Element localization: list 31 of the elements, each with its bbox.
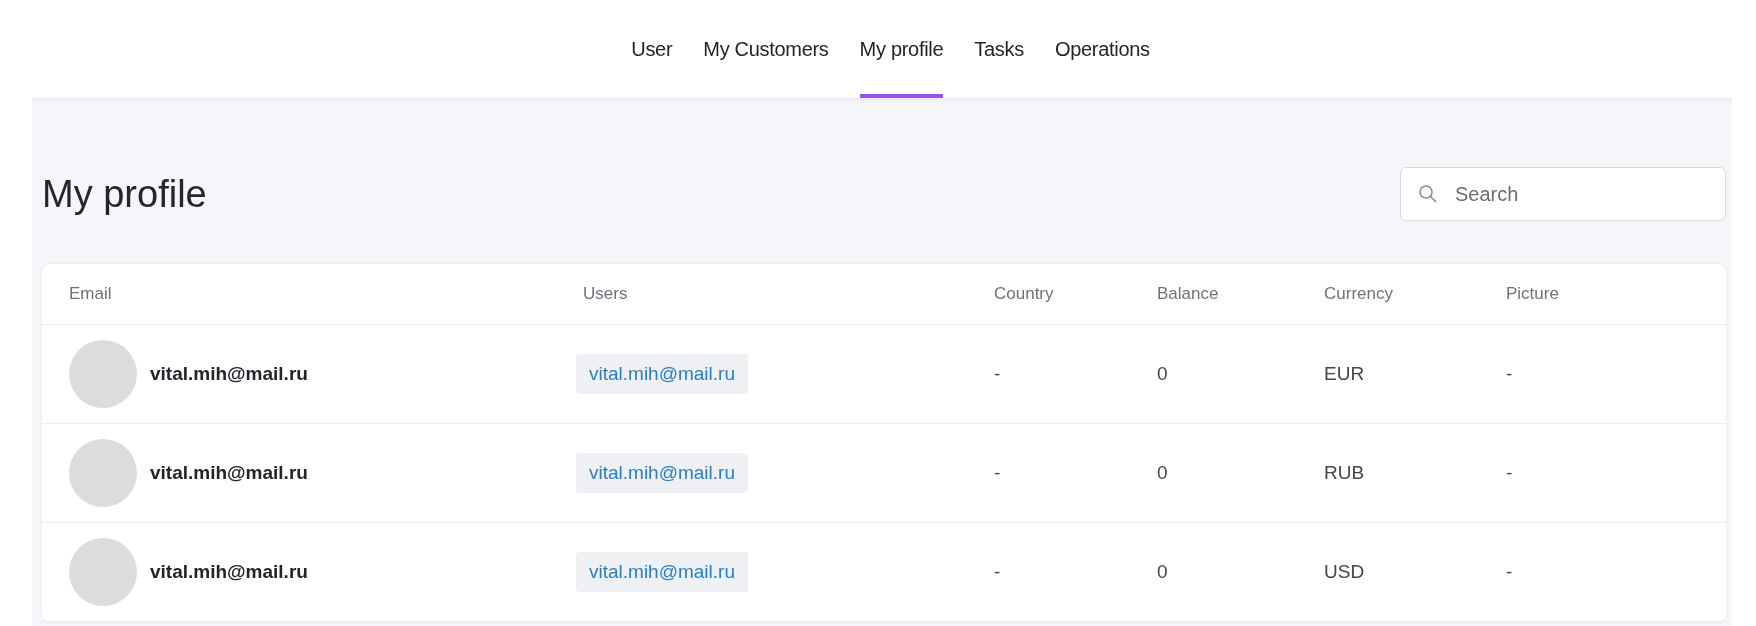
page-title: My profile <box>42 172 207 216</box>
table-cell-text: - <box>993 561 1001 583</box>
column-header: Email <box>68 284 112 304</box>
table-cell-text: 0 <box>1156 462 1168 484</box>
email-text: vital.mih@mail.ru <box>150 363 308 385</box>
column-header: Picture <box>1505 284 1559 304</box>
nav-tab[interactable]: User <box>631 0 673 98</box>
table-cell-text: RUB <box>1323 462 1365 484</box>
table-cell-text: EUR <box>1323 363 1365 385</box>
nav-tab[interactable]: Tasks <box>974 0 1024 98</box>
user-link[interactable]: vital.mih@mail.ru <box>576 453 748 493</box>
column-header: Currency <box>1323 284 1393 304</box>
table-cell-text: - <box>1505 462 1513 484</box>
nav-tab[interactable]: My Customers <box>703 0 829 98</box>
search-field[interactable]: Search <box>1400 167 1726 221</box>
table-cell-text: USD <box>1323 561 1365 583</box>
column-header: Balance <box>1156 284 1219 304</box>
table-cell-text: 0 <box>1156 363 1168 385</box>
search-icon <box>1418 184 1438 204</box>
nav-tab[interactable]: Operations <box>1054 0 1150 98</box>
table-cell-text: - <box>993 462 1001 484</box>
table-cell-text: - <box>1505 363 1513 385</box>
table-cell-text: - <box>1505 561 1513 583</box>
email-text: vital.mih@mail.ru <box>150 462 308 484</box>
user-link[interactable]: vital.mih@mail.ru <box>576 552 748 592</box>
email-text: vital.mih@mail.ru <box>150 561 308 583</box>
column-header: Country <box>993 284 1054 304</box>
column-header: Users <box>582 284 628 304</box>
user-link[interactable]: vital.mih@mail.ru <box>576 354 748 394</box>
table-cell-text: - <box>993 363 1001 385</box>
table-cell-text: 0 <box>1156 561 1168 583</box>
